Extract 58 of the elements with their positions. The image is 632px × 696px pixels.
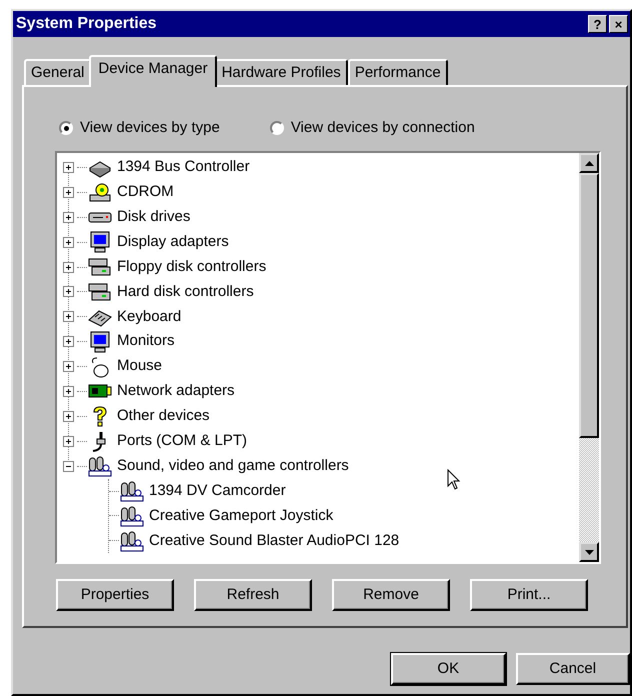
- action-button[interactable]: Properties: [56, 579, 174, 611]
- tree-item[interactable]: Ports (COM & LPT): [117, 430, 248, 452]
- action-button[interactable]: Remove: [332, 579, 450, 611]
- expand-box[interactable]: [63, 212, 74, 223]
- expand-box[interactable]: [63, 410, 74, 422]
- drive-controller-icon: [87, 256, 113, 278]
- tab[interactable]: Device Manager: [89, 55, 217, 87]
- tree-item[interactable]: Mouse: [117, 355, 162, 378]
- scroll-down-icon[interactable]: [584, 550, 594, 554]
- tab[interactable]: Hardware Profiles: [214, 59, 348, 85]
- scroll-up-icon[interactable]: [584, 160, 594, 166]
- expand-box[interactable]: [63, 311, 74, 322]
- tree-item[interactable]: Creative Gameport Joystick: [149, 504, 334, 528]
- tree-item[interactable]: Disk drives: [117, 206, 190, 228]
- expand-box[interactable]: [63, 336, 74, 348]
- expand-box[interactable]: [63, 286, 74, 298]
- collapse-box[interactable]: [63, 460, 74, 472]
- tree-item[interactable]: Display adapters: [117, 230, 229, 254]
- scroll-bar[interactable]: [579, 153, 599, 562]
- tree-item[interactable]: CDROM: [117, 181, 174, 204]
- expand-box[interactable]: [63, 186, 74, 198]
- drive-controller-icon: [87, 280, 113, 303]
- joystick-speaker-icon: [119, 480, 145, 502]
- tree-item[interactable]: Monitors: [117, 330, 175, 353]
- joystick-speaker-icon: [119, 504, 145, 527]
- tree-item[interactable]: 1394 Bus Controller: [117, 156, 250, 179]
- expand-box[interactable]: [63, 386, 74, 397]
- tree-item[interactable]: Keyboard: [117, 306, 182, 328]
- expand-box[interactable]: [63, 436, 74, 447]
- dialog-button[interactable]: Cancel: [516, 653, 630, 685]
- window-title: System Properties: [16, 14, 157, 34]
- expand-box[interactable]: [63, 262, 74, 272]
- tree-item[interactable]: Hard disk controllers: [117, 280, 254, 304]
- expand-box[interactable]: [63, 236, 74, 248]
- expand-box[interactable]: [63, 361, 74, 372]
- tree-item[interactable]: Sound, video and game controllers: [117, 454, 349, 478]
- scroll-thumb[interactable]: [579, 173, 599, 438]
- radio-label[interactable]: View devices by connection: [290, 116, 475, 140]
- tree-item[interactable]: Network adapters: [117, 380, 235, 403]
- tree-item[interactable]: Other devices: [117, 405, 210, 428]
- expand-box[interactable]: [63, 162, 74, 173]
- tab[interactable]: General: [24, 59, 92, 85]
- joystick-speaker-icon: [87, 455, 113, 478]
- tree-item[interactable]: Creative Sound Blaster AudioPCI 128: [149, 530, 400, 552]
- dialog-button[interactable]: OK: [391, 653, 506, 685]
- radio-label[interactable]: View devices by type: [80, 116, 220, 140]
- action-button[interactable]: Refresh: [194, 579, 312, 611]
- mouse-pointer-icon: [447, 469, 461, 491]
- radio-button[interactable]: [59, 121, 73, 135]
- tree-item[interactable]: Floppy disk controllers: [117, 256, 266, 278]
- help-button[interactable]: ?: [588, 15, 607, 33]
- radio-button[interactable]: [270, 121, 284, 135]
- cd-drive-icon: [87, 181, 113, 204]
- tree-item[interactable]: 1394 DV Camcorder: [149, 480, 286, 502]
- joystick-speaker-icon: [119, 530, 145, 552]
- tab[interactable]: Performance: [348, 59, 448, 85]
- close-button[interactable]: ×: [609, 15, 628, 33]
- action-button[interactable]: Print...: [470, 579, 588, 611]
